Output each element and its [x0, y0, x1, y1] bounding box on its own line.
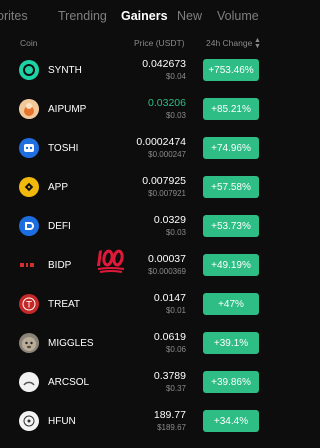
- coin-price-usd: $0.37: [165, 384, 186, 393]
- coin-price: 0.03206: [148, 97, 186, 109]
- change-badge: +57.58%: [203, 176, 259, 198]
- change-badge: +47%: [203, 293, 259, 315]
- coin-price: 0.0329: [153, 214, 186, 226]
- table-row[interactable]: HFUN 189.77 $189.67 +34.4%: [0, 401, 280, 440]
- coin-symbol: TREAT: [48, 299, 81, 310]
- app-icon: [19, 177, 39, 197]
- coin-price: 0.0002474: [136, 136, 186, 148]
- coin-price: 0.0619: [153, 331, 186, 343]
- synth-icon: [19, 60, 39, 80]
- aipump-icon: [19, 99, 39, 119]
- table-row[interactable]: ARCSOL 0.3789 $0.37 +39.86%: [0, 362, 280, 401]
- coin-price: 0.3789: [153, 370, 186, 382]
- market-tabs: orites Trending Gainers New Volume: [0, 0, 280, 32]
- bidp-icon: [19, 255, 39, 275]
- tab-favorites[interactable]: orites: [0, 9, 28, 23]
- tab-trending[interactable]: Trending: [58, 9, 107, 23]
- toshi-icon: [19, 138, 39, 158]
- coin-price-usd: $0.007921: [148, 189, 186, 198]
- coin-price-usd: $0.01: [165, 306, 186, 315]
- header-coin[interactable]: Coin: [20, 38, 37, 48]
- coin-price: 0.00037: [148, 253, 186, 265]
- table-row[interactable]: TOSHI 0.0002474 $0.000247 +74.96%: [0, 128, 280, 167]
- arcsol-icon: [19, 372, 39, 392]
- tab-gainers[interactable]: Gainers: [121, 9, 168, 23]
- change-badge: +39.1%: [203, 332, 259, 354]
- coin-symbol: SYNTH: [48, 65, 82, 76]
- change-badge: +753.46%: [203, 59, 259, 81]
- coin-price-usd: $0.04: [165, 72, 186, 81]
- table-row[interactable]: T TREAT 0.0147 $0.01 +47%: [0, 284, 280, 323]
- coin-symbol: BIDP: [48, 260, 72, 271]
- coin-symbol: APP: [48, 182, 69, 193]
- coin-price: 0.0147: [153, 292, 186, 304]
- tab-new[interactable]: New: [177, 9, 202, 23]
- coin-price-usd: $189.67: [157, 423, 186, 432]
- change-badge: +85.21%: [203, 98, 259, 120]
- coin-symbol: HFUN: [48, 416, 76, 427]
- treat-icon: T: [19, 294, 39, 314]
- miggles-icon: [19, 333, 39, 353]
- table-row[interactable]: SYNTH 0.042673 $0.04 +753.46%: [0, 50, 280, 89]
- sort-icon[interactable]: ▲ ▼: [254, 37, 261, 50]
- defi-icon: [19, 216, 39, 236]
- coin-symbol: ARCSOL: [48, 377, 90, 388]
- change-badge: +34.4%: [203, 410, 259, 432]
- coin-symbol: MIGGLES: [48, 338, 94, 349]
- coin-price-usd: $0.03: [165, 228, 186, 237]
- change-badge: +74.96%: [203, 137, 259, 159]
- coin-price: 0.042673: [142, 58, 186, 70]
- table-row[interactable]: BIDP 0.00037 $0.000369 +49.19%: [0, 245, 280, 284]
- coin-price-usd: $0.000247: [148, 150, 186, 159]
- coin-symbol: AIPUMP: [48, 104, 87, 115]
- change-badge: +39.86%: [203, 371, 259, 393]
- coin-symbol: TOSHI: [48, 143, 79, 154]
- coin-price-usd: $0.03: [165, 111, 186, 120]
- table-row[interactable]: MIGGLES 0.0619 $0.06 +39.1%: [0, 323, 280, 362]
- coin-price-usd: $0.06: [165, 345, 186, 354]
- svg-text:T: T: [25, 301, 32, 311]
- coin-price: 0.007925: [142, 175, 186, 187]
- header-change[interactable]: 24h Change: [206, 38, 252, 48]
- header-price[interactable]: Price (USDT): [134, 38, 185, 48]
- coin-symbol: DEFI: [48, 221, 71, 232]
- change-badge: +49.19%: [203, 254, 259, 276]
- coin-price-usd: $0.000369: [148, 267, 186, 276]
- table-row[interactable]: APP 0.007925 $0.007921 +57.58%: [0, 167, 280, 206]
- change-badge: +53.73%: [203, 215, 259, 237]
- tab-volume[interactable]: Volume: [217, 9, 259, 23]
- table-row[interactable]: DEFI 0.0329 $0.03 +53.73%: [0, 206, 280, 245]
- table-row[interactable]: AIPUMP 0.03206 $0.03 +85.21%: [0, 89, 280, 128]
- coin-price: 189.77: [153, 409, 186, 421]
- 100-emoji-icon: [97, 249, 125, 273]
- hfun-icon: [19, 411, 39, 431]
